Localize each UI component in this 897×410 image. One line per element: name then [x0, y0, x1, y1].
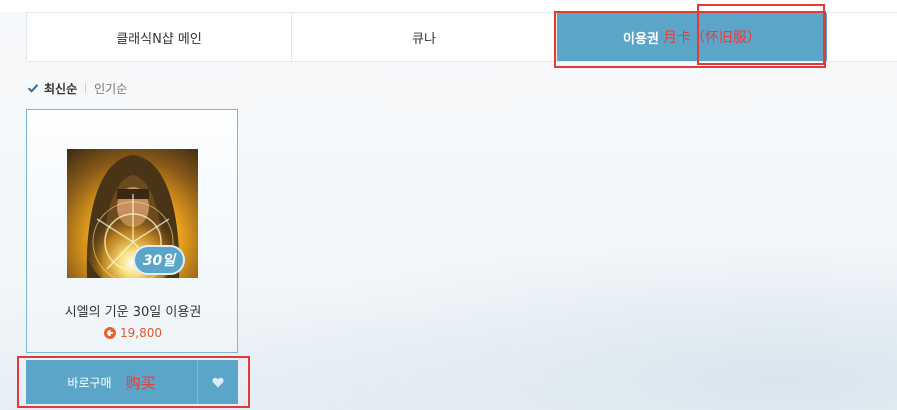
tab-voucher[interactable]: 이용권 月卡（怀旧服） [557, 13, 827, 61]
tab-label: 큐나 [412, 31, 436, 47]
duration-badge-text: 30일 [142, 253, 176, 269]
heart-icon [212, 377, 224, 387]
check-icon [27, 84, 39, 93]
wishlist-button[interactable] [197, 360, 238, 404]
tab-classic-main[interactable]: 클래식N샵 메인 [27, 13, 292, 61]
price-value: 19,800 [120, 326, 162, 340]
purchase-bar: 바로구매 购买 [26, 360, 238, 404]
product-card[interactable]: 30일 시엘의 기운 30일 이용권 19,800 [26, 109, 238, 353]
sort-popular[interactable]: 인기순 [94, 80, 127, 97]
duration-badge: 30일 [133, 245, 185, 275]
buy-now-label: 바로구매 [67, 375, 112, 390]
buy-now-button[interactable]: 바로구매 购买 [26, 360, 197, 404]
tab-label: 이용권 [623, 31, 659, 47]
tab-cuna[interactable]: 큐나 [292, 13, 557, 61]
tab-label: 클래식N샵 메인 [116, 31, 202, 47]
top-strip [0, 0, 897, 12]
coin-icon [104, 327, 116, 339]
sort-latest[interactable]: 최신순 [44, 80, 77, 97]
sort-options: 최신순 인기순 [27, 80, 127, 96]
sort-divider [85, 83, 87, 93]
tab-annotation: 月卡（怀旧服） [662, 30, 761, 46]
category-tabs: 클래식N샵 메인 큐나 이용권 月卡（怀旧服） [26, 12, 897, 62]
tab-empty [827, 13, 897, 61]
product-price: 19,800 [27, 326, 239, 340]
product-name[interactable]: 시엘의 기운 30일 이용권 [27, 301, 239, 320]
buy-annotation: 购买 [125, 373, 156, 392]
